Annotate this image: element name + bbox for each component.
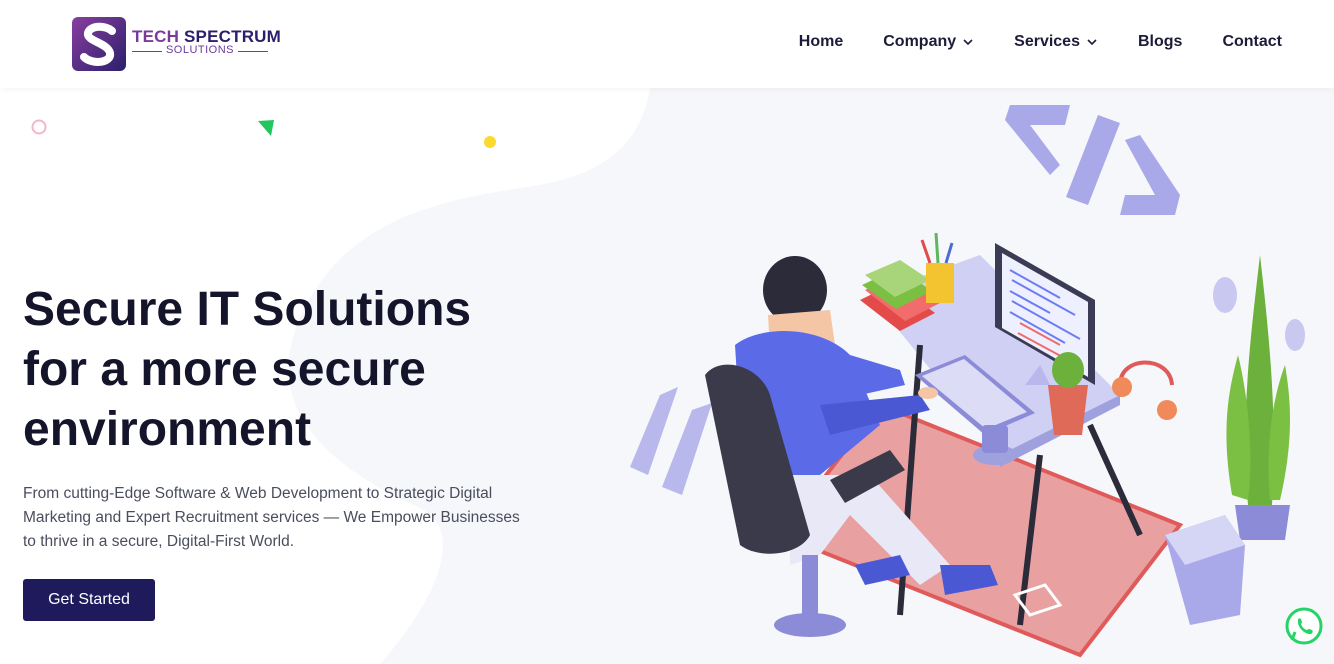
desk-plant xyxy=(1048,385,1088,435)
decor-circle xyxy=(31,119,47,135)
nav-home[interactable]: Home xyxy=(799,30,843,54)
nav-blogs[interactable]: Blogs xyxy=(1138,30,1182,54)
code-brackets-icon xyxy=(1005,105,1180,215)
whatsapp-icon[interactable] xyxy=(1284,606,1324,646)
developer-workspace-illustration xyxy=(630,105,1305,658)
brand-tagline: SOLUTIONS xyxy=(132,44,268,56)
hero-description: From cutting-Edge Software & Web Develop… xyxy=(23,485,520,550)
chevron-down-icon xyxy=(1087,39,1097,46)
main-nav: Home Company Services Blogs Contact xyxy=(799,30,1282,54)
decor-triangle xyxy=(258,120,274,136)
pencil-cup xyxy=(926,263,954,303)
brand-logo[interactable]: TECH SPECTRUM SOLUTIONS xyxy=(72,17,281,71)
nav-company[interactable]: Company xyxy=(883,30,974,54)
hero-title: Secure IT Solutions for a more secure en… xyxy=(23,283,472,456)
site-header: TECH SPECTRUM SOLUTIONS Home Company Ser… xyxy=(0,0,1334,88)
decor-dot xyxy=(484,136,496,148)
nav-services[interactable]: Services xyxy=(1014,30,1098,54)
get-started-button[interactable]: Get Started xyxy=(23,579,155,621)
chevron-down-icon xyxy=(963,39,973,46)
brand-s-logo-icon xyxy=(72,17,126,71)
nav-contact[interactable]: Contact xyxy=(1222,30,1282,54)
decor-slabs xyxy=(630,387,712,495)
